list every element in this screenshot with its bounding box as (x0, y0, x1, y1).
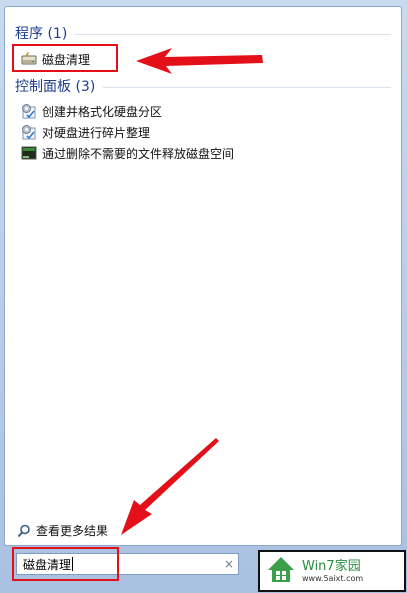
annotation-arrow-to-search (121, 438, 219, 535)
start-menu-window: 程序 (1) 磁盘清理 控制面板 (3) 创建并格式化硬盘分区 对硬盘进行碎片整… (0, 0, 407, 593)
annotation-arrow-to-result (136, 48, 263, 74)
watermark-logo: Win7家园 www.5aixt.com (258, 550, 406, 592)
watermark-text: Win7家园 www.5aixt.com (302, 559, 363, 584)
watermark-title: Win7家园 (302, 558, 361, 574)
annotation-arrows (121, 48, 263, 535)
watermark-url: www.5aixt.com (302, 573, 364, 583)
house-logo-icon (266, 554, 296, 588)
